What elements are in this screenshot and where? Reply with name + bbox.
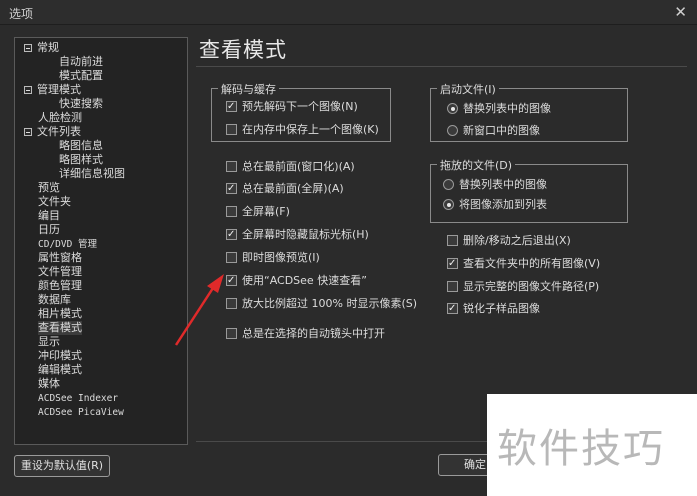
watermark-text: 软件技巧 — [497, 426, 665, 472]
arrow-head — [207, 274, 224, 293]
watermark-box: 软件技巧 — [487, 394, 697, 496]
arrow-shaft — [174, 287, 215, 346]
